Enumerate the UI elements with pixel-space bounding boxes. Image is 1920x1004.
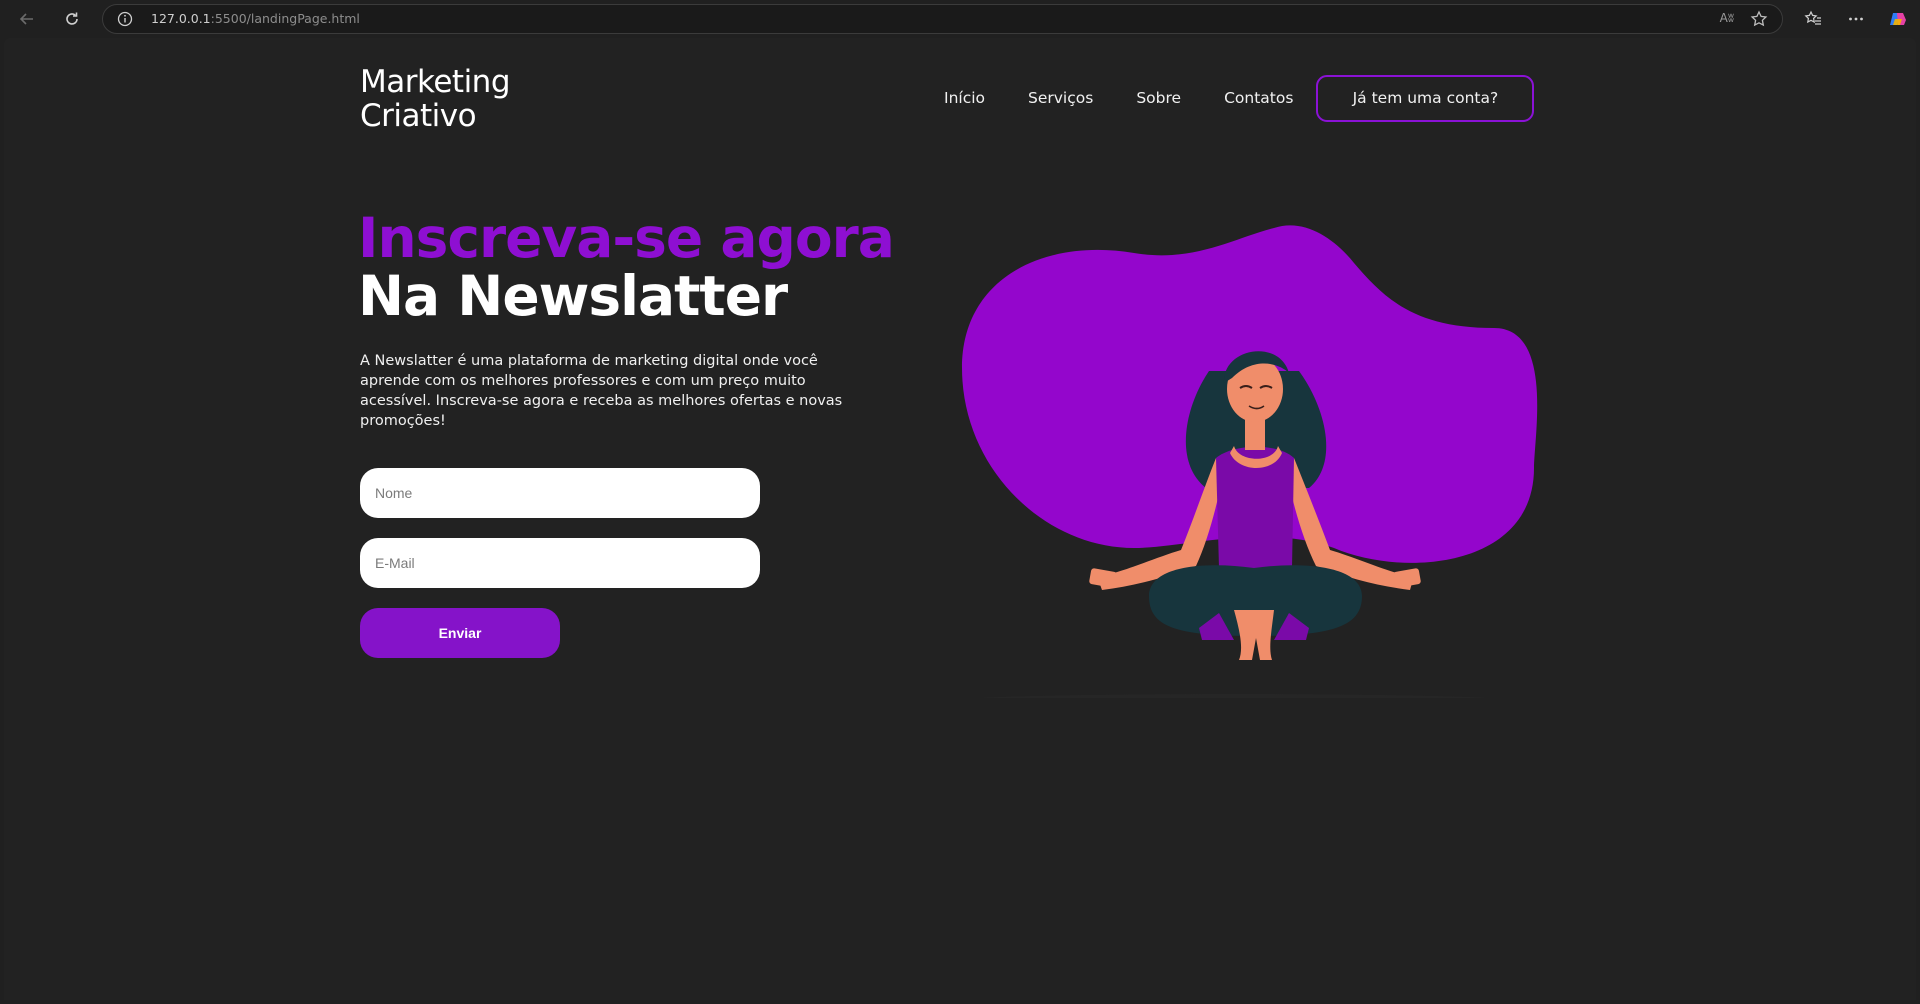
copilot-icon[interactable]	[1885, 6, 1911, 32]
url-host: 127.0.0.1	[151, 11, 211, 26]
info-icon[interactable]	[117, 11, 133, 27]
read-aloud-icon[interactable]: Aʬ	[1720, 11, 1734, 25]
more-icon[interactable]	[1843, 6, 1869, 32]
hero-description: A Newslatter é uma plataforma de marketi…	[360, 353, 843, 429]
nav-servicos[interactable]: Serviços	[1028, 89, 1093, 107]
url-text: 127.0.0.1:5500/landingPage.html	[151, 11, 360, 26]
nav-sobre[interactable]: Sobre	[1136, 89, 1181, 107]
url-path: :5500/landingPage.html	[210, 11, 360, 26]
ground-shadow	[979, 694, 1489, 698]
name-input[interactable]	[360, 468, 760, 518]
browser-toolbar: 127.0.0.1:5500/landingPage.html Aʬ	[0, 0, 1920, 38]
site-logo[interactable]: Marketing Criativo	[360, 64, 511, 134]
favorites-icon[interactable]	[1800, 6, 1826, 32]
nav-contatos[interactable]: Contatos	[1224, 89, 1293, 107]
submit-button[interactable]: Enviar	[360, 608, 560, 658]
refresh-icon[interactable]	[59, 6, 85, 32]
hero-title-line-2: Na Newslatter	[358, 264, 788, 328]
back-icon[interactable]	[14, 6, 40, 32]
hero-title-line-1: Inscreva-se agora	[358, 206, 895, 270]
star-icon[interactable]	[1750, 10, 1768, 28]
address-bar[interactable]: 127.0.0.1:5500/landingPage.html Aʬ	[102, 4, 1783, 34]
meditation-illustration	[962, 225, 1538, 698]
nav-inicio[interactable]: Início	[944, 89, 985, 107]
login-button[interactable]: Já tem uma conta?	[1316, 74, 1535, 122]
main-nav: Início Serviços Sobre Contatos Já tem um…	[944, 74, 1577, 122]
logo-line-2: Criativo	[360, 98, 477, 134]
page-viewport: Marketing Criativo Início Serviços Sobre…	[4, 38, 1916, 1000]
email-input[interactable]	[360, 538, 760, 588]
logo-line-1: Marketing	[360, 64, 511, 100]
